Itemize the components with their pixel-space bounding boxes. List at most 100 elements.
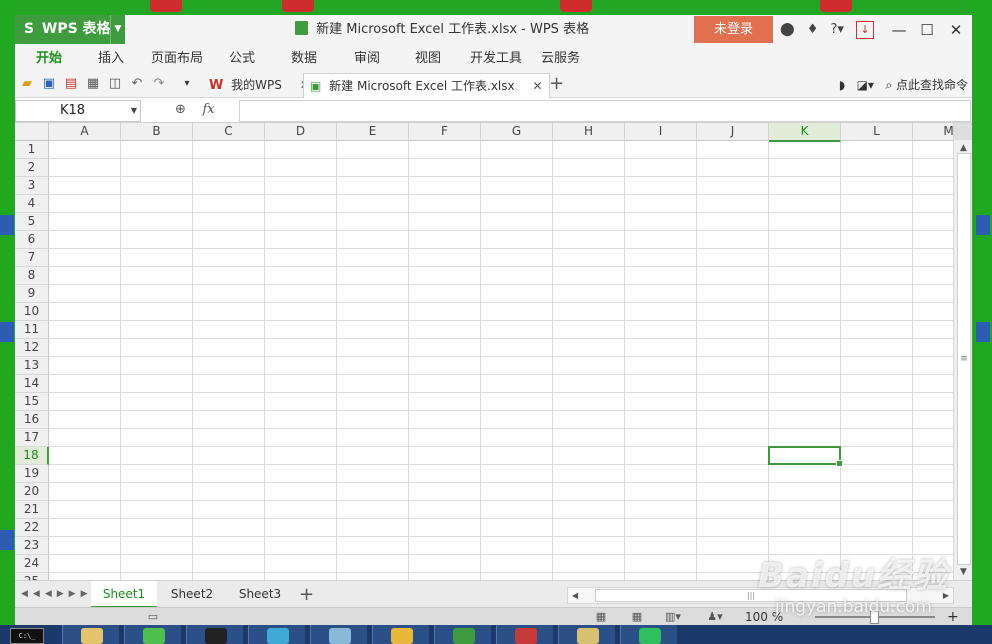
redo-icon[interactable]: ↷ bbox=[151, 76, 167, 92]
taskbar-explorer[interactable] bbox=[62, 625, 119, 644]
sheet-tab-3[interactable]: Sheet3 bbox=[227, 581, 293, 608]
vertical-scrollbar[interactable]: ▲ ≡ ▼ bbox=[953, 123, 972, 580]
taskbar-paint[interactable] bbox=[372, 625, 429, 644]
zoom-in-icon[interactable]: + bbox=[947, 608, 959, 625]
page-layout-view-icon[interactable]: ▦ bbox=[629, 610, 645, 623]
flag-icon[interactable]: ◪▾ bbox=[857, 78, 874, 92]
taskbar-red-app[interactable] bbox=[496, 625, 553, 644]
row-header-21[interactable]: 21 bbox=[15, 501, 49, 519]
menu-page-layout[interactable]: 页面布局 bbox=[151, 45, 203, 73]
print-preview-icon[interactable]: ◫ bbox=[107, 76, 123, 92]
column-header-c[interactable]: C bbox=[193, 123, 265, 141]
login-button[interactable]: 未登录 bbox=[694, 16, 773, 43]
column-header-k[interactable]: K bbox=[769, 123, 841, 142]
menu-home[interactable]: 开始 bbox=[36, 45, 62, 73]
row-header-14[interactable]: 14 bbox=[15, 375, 49, 393]
chevron-down-icon[interactable]: ▼ bbox=[131, 101, 137, 121]
taskbar-qq[interactable] bbox=[186, 625, 243, 644]
row-header-5[interactable]: 5 bbox=[15, 213, 49, 231]
zoom-search-icon[interactable]: ⊕ bbox=[175, 102, 186, 117]
normal-view-icon[interactable]: ▦ bbox=[593, 610, 609, 623]
save-icon[interactable]: ▣ bbox=[41, 76, 57, 92]
name-box[interactable]: K18 ▼ bbox=[15, 100, 141, 122]
row-header-9[interactable]: 9 bbox=[15, 285, 49, 303]
tshirt-icon[interactable]: ♦ bbox=[807, 15, 819, 45]
taskbar-code[interactable] bbox=[434, 625, 491, 644]
selected-cell-k18[interactable] bbox=[768, 446, 843, 467]
open-icon[interactable]: ▰ bbox=[19, 76, 35, 92]
column-header-d[interactable]: D bbox=[265, 123, 337, 141]
row-header-3[interactable]: 3 bbox=[15, 177, 49, 195]
row-header-24[interactable]: 24 bbox=[15, 555, 49, 573]
column-header-f[interactable]: F bbox=[409, 123, 481, 141]
row-header-16[interactable]: 16 bbox=[15, 411, 49, 429]
menu-review[interactable]: 审阅 bbox=[354, 45, 380, 73]
taskbar-notes[interactable] bbox=[310, 625, 367, 644]
row-header-18[interactable]: 18 bbox=[15, 447, 49, 465]
column-header-h[interactable]: H bbox=[553, 123, 625, 141]
minimize-icon[interactable]: — bbox=[885, 15, 913, 45]
row-header-10[interactable]: 10 bbox=[15, 303, 49, 321]
add-sheet-icon[interactable]: + bbox=[299, 581, 314, 608]
vertical-scroll-thumb[interactable]: ≡ bbox=[957, 153, 971, 565]
taskbar-app-b[interactable] bbox=[248, 625, 305, 644]
row-header-22[interactable]: 22 bbox=[15, 519, 49, 537]
row-header-12[interactable]: 12 bbox=[15, 339, 49, 357]
row-header-19[interactable]: 19 bbox=[15, 465, 49, 483]
help-icon[interactable]: ?▾ bbox=[831, 15, 844, 45]
tab-my-wps[interactable]: W 我的WPS ✕ bbox=[205, 73, 314, 97]
taskbar-wps-sheets[interactable] bbox=[620, 625, 677, 644]
sheet-tab-1[interactable]: Sheet1 bbox=[91, 581, 157, 608]
row-header-2[interactable]: 2 bbox=[15, 159, 49, 177]
menu-data[interactable]: 数据 bbox=[291, 45, 317, 73]
print-icon[interactable]: ▦ bbox=[85, 76, 101, 92]
row-header-25[interactable]: 25 bbox=[15, 573, 49, 580]
customize-dropdown-icon[interactable]: ▾ bbox=[179, 76, 195, 92]
pin-icon[interactable]: ↓ bbox=[856, 21, 874, 39]
column-header-a[interactable]: A bbox=[49, 123, 121, 141]
column-header-l[interactable]: L bbox=[841, 123, 913, 141]
taskbar-wechat[interactable] bbox=[124, 625, 181, 644]
cell-area[interactable] bbox=[49, 141, 953, 580]
close-icon[interactable]: ✕ bbox=[942, 15, 970, 45]
taskbar-editor[interactable] bbox=[558, 625, 615, 644]
scroll-left-icon[interactable]: ◀ bbox=[568, 588, 582, 603]
tab-close-icon[interactable]: ✕ bbox=[532, 79, 542, 93]
column-header-g[interactable]: G bbox=[481, 123, 553, 141]
menu-cloud[interactable]: 云服务 bbox=[541, 45, 580, 73]
row-header-7[interactable]: 7 bbox=[15, 249, 49, 267]
row-header-1[interactable]: 1 bbox=[15, 141, 49, 159]
reading-mode-icon[interactable]: ♟▾ bbox=[707, 610, 723, 623]
maximize-icon[interactable]: ☐ bbox=[913, 15, 941, 45]
menu-formula[interactable]: 公式 bbox=[229, 45, 255, 73]
row-header-13[interactable]: 13 bbox=[15, 357, 49, 375]
new-tab-icon[interactable]: + bbox=[549, 73, 564, 95]
row-header-6[interactable]: 6 bbox=[15, 231, 49, 249]
cmd-icon[interactable]: C:\_ bbox=[10, 628, 44, 644]
column-header-e[interactable]: E bbox=[337, 123, 409, 141]
macro-icon[interactable]: ▭ bbox=[145, 610, 161, 623]
column-header-i[interactable]: I bbox=[625, 123, 697, 141]
app-dropdown-icon[interactable]: ▼ bbox=[110, 15, 125, 44]
row-header-23[interactable]: 23 bbox=[15, 537, 49, 555]
column-header-j[interactable]: J bbox=[697, 123, 769, 141]
row-header-20[interactable]: 20 bbox=[15, 483, 49, 501]
row-header-11[interactable]: 11 bbox=[15, 321, 49, 339]
fx-icon[interactable]: fx bbox=[202, 102, 214, 117]
menu-insert[interactable]: 插入 bbox=[98, 45, 124, 73]
row-header-15[interactable]: 15 bbox=[15, 393, 49, 411]
menu-view[interactable]: 视图 bbox=[415, 45, 441, 73]
row-header-17[interactable]: 17 bbox=[15, 429, 49, 447]
fill-handle[interactable] bbox=[836, 460, 843, 467]
sheet-nav-icons[interactable]: ◀◀◀▶▶▶ bbox=[21, 581, 93, 608]
undo-icon[interactable]: ↶ bbox=[129, 76, 145, 92]
sheet-tab-2[interactable]: Sheet2 bbox=[159, 581, 225, 608]
scroll-down-icon[interactable]: ▼ bbox=[954, 564, 972, 580]
menu-developer[interactable]: 开发工具 bbox=[470, 45, 522, 73]
share-icon[interactable]: ◗ bbox=[839, 78, 845, 92]
select-all-corner[interactable] bbox=[15, 123, 49, 141]
row-header-8[interactable]: 8 bbox=[15, 267, 49, 285]
row-header-4[interactable]: 4 bbox=[15, 195, 49, 213]
column-header-m[interactable]: M bbox=[913, 123, 953, 141]
search-icon[interactable]: ⌕ bbox=[885, 78, 892, 92]
